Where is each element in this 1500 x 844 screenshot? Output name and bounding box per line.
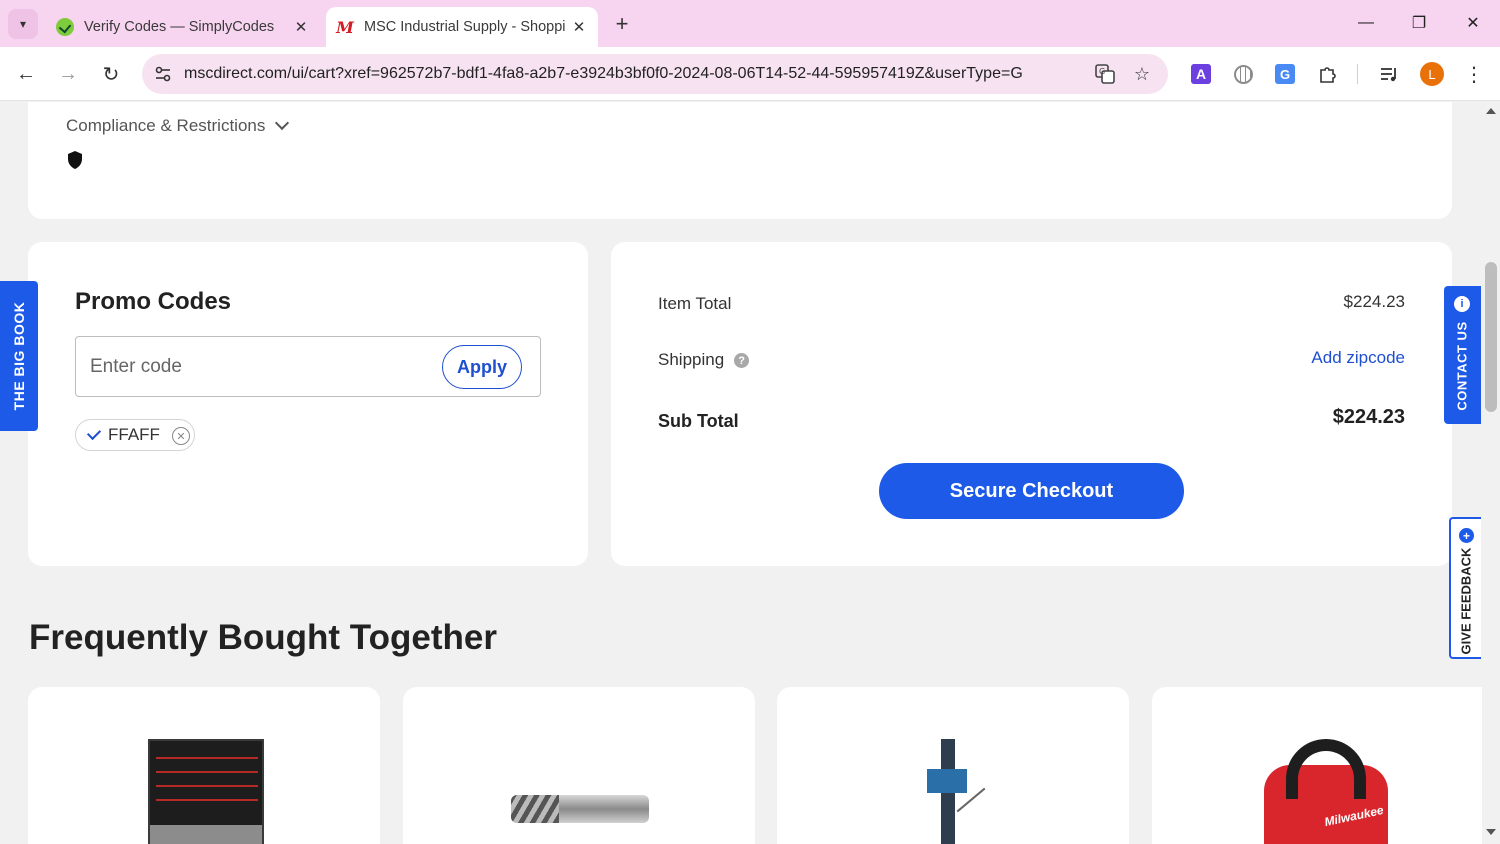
browser-menu-icon[interactable]: ⋮ bbox=[1459, 59, 1489, 89]
media-control-icon[interactable] bbox=[1374, 59, 1404, 89]
back-arrow-icon[interactable]: ← bbox=[11, 59, 41, 89]
milwaukee-fan-image: Milwaukee bbox=[1264, 739, 1388, 844]
product-card[interactable] bbox=[28, 687, 380, 844]
new-tab-plus-icon[interactable]: + bbox=[608, 10, 636, 38]
order-summary-card: Item Total $224.23 Shipping? Add zipcode… bbox=[611, 242, 1452, 566]
tab-title: MSC Industrial Supply - Shoppi bbox=[364, 19, 566, 35]
tool-cabinet-image bbox=[148, 739, 264, 844]
chevron-down-icon bbox=[275, 115, 290, 131]
contact-us-label: CONTACT US bbox=[1454, 321, 1470, 411]
product-card[interactable] bbox=[777, 687, 1129, 844]
contact-us-tab[interactable]: i CONTACT US bbox=[1444, 286, 1481, 424]
scrollbar-thumb[interactable] bbox=[1485, 262, 1497, 412]
compliance-label: Compliance & Restrictions bbox=[66, 116, 266, 135]
info-icon: i bbox=[1454, 296, 1470, 312]
milling-machine-image bbox=[927, 739, 986, 844]
google-translate-extension-icon[interactable]: G bbox=[1270, 59, 1300, 89]
give-feedback-tab[interactable]: + GIVE FEEDBACK bbox=[1449, 517, 1481, 659]
msc-favicon-icon: M bbox=[336, 17, 354, 37]
toolbar-divider bbox=[1357, 64, 1358, 84]
cart-page: Compliance & Restrictions Promo Codes Ap… bbox=[0, 102, 1482, 844]
big-book-tab[interactable]: THE BIG BOOK bbox=[0, 281, 38, 431]
extension-a-icon[interactable]: A bbox=[1186, 59, 1216, 89]
plus-icon: + bbox=[1459, 528, 1474, 543]
promo-input-group: Apply bbox=[75, 336, 541, 397]
product-card[interactable] bbox=[403, 687, 755, 844]
simplycodes-favicon-icon bbox=[56, 18, 74, 36]
site-settings-icon[interactable] bbox=[148, 59, 178, 89]
extensions-puzzle-icon[interactable] bbox=[1313, 59, 1343, 89]
browser-tab-bar: ▾ Verify Codes — SimplyCodes ✕ M MSC Ind… bbox=[0, 0, 1500, 47]
item-total-label: Item Total bbox=[658, 294, 732, 313]
end-mill-image bbox=[511, 795, 649, 823]
restore-icon[interactable]: ❐ bbox=[1402, 8, 1436, 38]
subtotal-value: $224.23 bbox=[1332, 406, 1405, 428]
shipping-row: Shipping? bbox=[658, 350, 750, 370]
applied-promo-chip: FFAFF ✕ bbox=[75, 419, 195, 451]
tab-close-icon[interactable]: ✕ bbox=[290, 16, 312, 38]
secure-checkout-button[interactable]: Secure Checkout bbox=[879, 463, 1184, 519]
browser-toolbar: ← → ↻ mscdirect.com/ui/cart?xref=962572b… bbox=[0, 47, 1500, 101]
remove-promo-icon[interactable]: ✕ bbox=[172, 427, 190, 445]
subtotal-label: Sub Total bbox=[658, 411, 739, 431]
address-bar[interactable]: mscdirect.com/ui/cart?xref=962572b7-bdf1… bbox=[142, 54, 1168, 94]
promo-codes-card: Promo Codes Apply FFAFF ✕ bbox=[28, 242, 588, 566]
tab-simplycodes[interactable]: Verify Codes — SimplyCodes ✕ bbox=[46, 7, 320, 47]
promo-title: Promo Codes bbox=[75, 288, 232, 315]
frequently-bought-together-title: Frequently Bought Together bbox=[29, 618, 497, 657]
applied-promo-code: FFAFF bbox=[108, 425, 160, 444]
scroll-down-arrow-icon[interactable] bbox=[1486, 829, 1496, 835]
translate-page-icon[interactable]: G bbox=[1090, 59, 1120, 89]
bookmark-star-icon[interactable]: ☆ bbox=[1127, 59, 1157, 89]
url-text[interactable]: mscdirect.com/ui/cart?xref=962572b7-bdf1… bbox=[184, 65, 1064, 83]
profile-avatar[interactable]: L bbox=[1417, 59, 1447, 89]
forward-arrow-icon[interactable]: → bbox=[53, 59, 83, 89]
compliance-toggle[interactable]: Compliance & Restrictions bbox=[66, 115, 290, 136]
tab-search-button[interactable]: ▾ bbox=[8, 9, 38, 39]
page-scrollbar[interactable] bbox=[1482, 102, 1500, 844]
extension-globe-icon[interactable] bbox=[1228, 59, 1258, 89]
svg-text:G: G bbox=[1099, 67, 1105, 76]
give-feedback-label: GIVE FEEDBACK bbox=[1458, 547, 1474, 655]
tab-close-icon[interactable]: ✕ bbox=[568, 16, 590, 38]
window-close-icon[interactable]: ✕ bbox=[1456, 8, 1490, 38]
item-total-value: $224.23 bbox=[1343, 292, 1405, 311]
help-icon[interactable]: ? bbox=[734, 353, 750, 369]
add-zipcode-link[interactable]: Add zipcode bbox=[1311, 348, 1405, 368]
promo-code-input[interactable] bbox=[90, 351, 430, 383]
big-book-label: THE BIG BOOK bbox=[11, 301, 27, 411]
shipping-label: Shipping bbox=[658, 350, 725, 369]
minimize-icon[interactable]: — bbox=[1349, 8, 1383, 38]
apply-button[interactable]: Apply bbox=[442, 345, 522, 389]
product-card[interactable]: Milwaukee bbox=[1152, 687, 1482, 844]
scroll-up-arrow-icon[interactable] bbox=[1486, 108, 1496, 114]
shield-icon bbox=[68, 151, 82, 169]
tab-title: Verify Codes — SimplyCodes bbox=[84, 19, 275, 35]
cart-item-card: Compliance & Restrictions bbox=[28, 102, 1452, 219]
check-icon bbox=[86, 425, 102, 441]
tab-msc[interactable]: M MSC Industrial Supply - Shoppi ✕ bbox=[326, 7, 598, 47]
reload-icon[interactable]: ↻ bbox=[96, 59, 126, 89]
